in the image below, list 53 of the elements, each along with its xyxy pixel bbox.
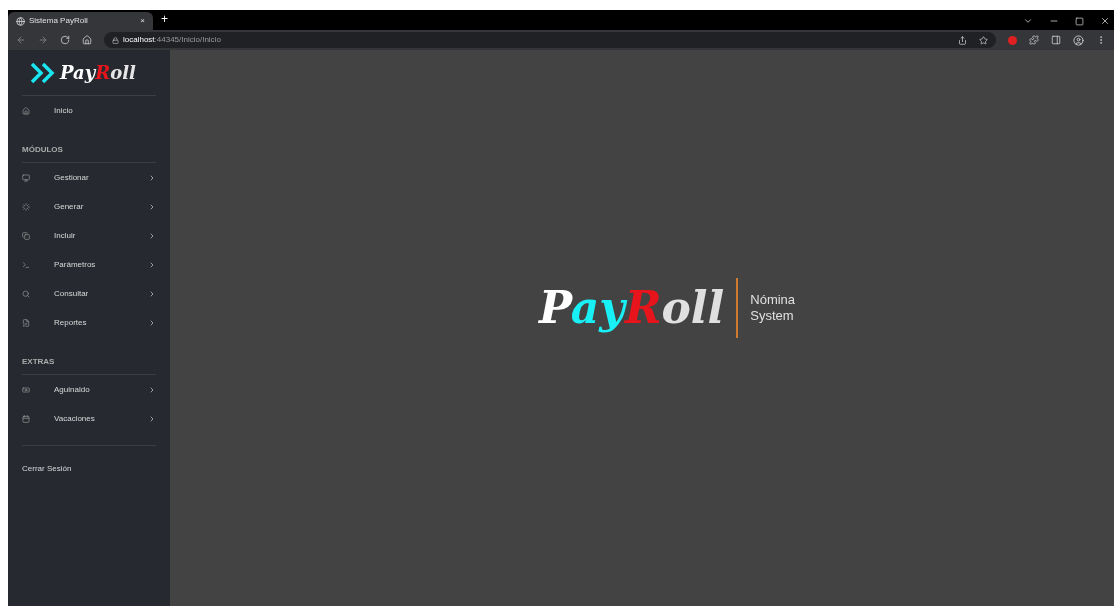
chevron-icon bbox=[148, 289, 156, 298]
browser-tab[interactable]: Sistema PayRoll × bbox=[8, 12, 153, 30]
url-text: localhost:44345/Inicio/Inicio bbox=[123, 34, 222, 46]
menu-item[interactable]: Vacaciones bbox=[22, 404, 156, 433]
menu-item[interactable]: Parámetros bbox=[22, 250, 156, 279]
search-icon bbox=[22, 289, 30, 298]
menu-item[interactable]: Aguinaldo bbox=[22, 375, 156, 404]
extensions-icon[interactable] bbox=[1029, 35, 1039, 45]
chevron-icon bbox=[148, 202, 156, 211]
section-heading: MÓDULOS bbox=[22, 143, 63, 156]
logout-link[interactable]: Cerrar Sesión bbox=[22, 464, 72, 473]
globe-icon bbox=[16, 16, 25, 26]
chevron-icon bbox=[148, 385, 156, 394]
menu-item[interactable]: Consultar bbox=[22, 279, 156, 308]
reload-icon[interactable] bbox=[60, 35, 70, 45]
menu-item[interactable]: Incluir bbox=[22, 221, 156, 250]
lock-icon bbox=[112, 36, 119, 44]
home-icon bbox=[22, 106, 30, 115]
logo-subtitle: Nómina bbox=[750, 291, 796, 308]
home-icon[interactable] bbox=[82, 35, 92, 45]
chevron-icon bbox=[148, 414, 156, 423]
menu-item[interactable]: Gestionar bbox=[22, 163, 156, 192]
section-heading: EXTRAS bbox=[22, 355, 55, 368]
chevron-icon bbox=[148, 231, 156, 240]
terminal-icon bbox=[22, 260, 30, 269]
new-tab-button[interactable]: + bbox=[161, 10, 168, 28]
bookmark-icon[interactable] bbox=[979, 35, 988, 45]
share-icon[interactable] bbox=[958, 35, 967, 45]
profile-icon[interactable] bbox=[1073, 34, 1084, 46]
spinner-icon bbox=[22, 202, 30, 211]
forward-icon[interactable] bbox=[38, 35, 48, 45]
maximize-icon[interactable] bbox=[1075, 16, 1084, 26]
close-icon[interactable] bbox=[1100, 16, 1110, 26]
laptop-icon bbox=[22, 173, 30, 182]
menu-item[interactable]: Reportes bbox=[22, 308, 156, 337]
edit-icon bbox=[22, 318, 30, 327]
chevron-icon bbox=[148, 260, 156, 269]
close-tab-button[interactable]: × bbox=[140, 15, 145, 27]
double-chevron-icon bbox=[30, 61, 56, 84]
copy-icon bbox=[22, 231, 30, 240]
extension-icon[interactable] bbox=[1008, 35, 1017, 45]
chevron-icon bbox=[148, 318, 156, 327]
calendar-icon bbox=[22, 414, 30, 423]
logo-subtitle: System bbox=[750, 308, 795, 325]
menu-item[interactable]: Generar bbox=[22, 192, 156, 221]
money-icon bbox=[22, 385, 30, 394]
sidebar-logo: PayRoll bbox=[60, 63, 136, 82]
side-panel-icon[interactable] bbox=[1051, 35, 1061, 45]
tab-search-icon[interactable] bbox=[1023, 16, 1033, 26]
back-icon[interactable] bbox=[16, 35, 26, 45]
chevron-icon bbox=[148, 173, 156, 182]
address-bar[interactable]: localhost:44345/Inicio/Inicio bbox=[104, 32, 996, 48]
menu-item[interactable]: Inicio bbox=[22, 96, 156, 125]
